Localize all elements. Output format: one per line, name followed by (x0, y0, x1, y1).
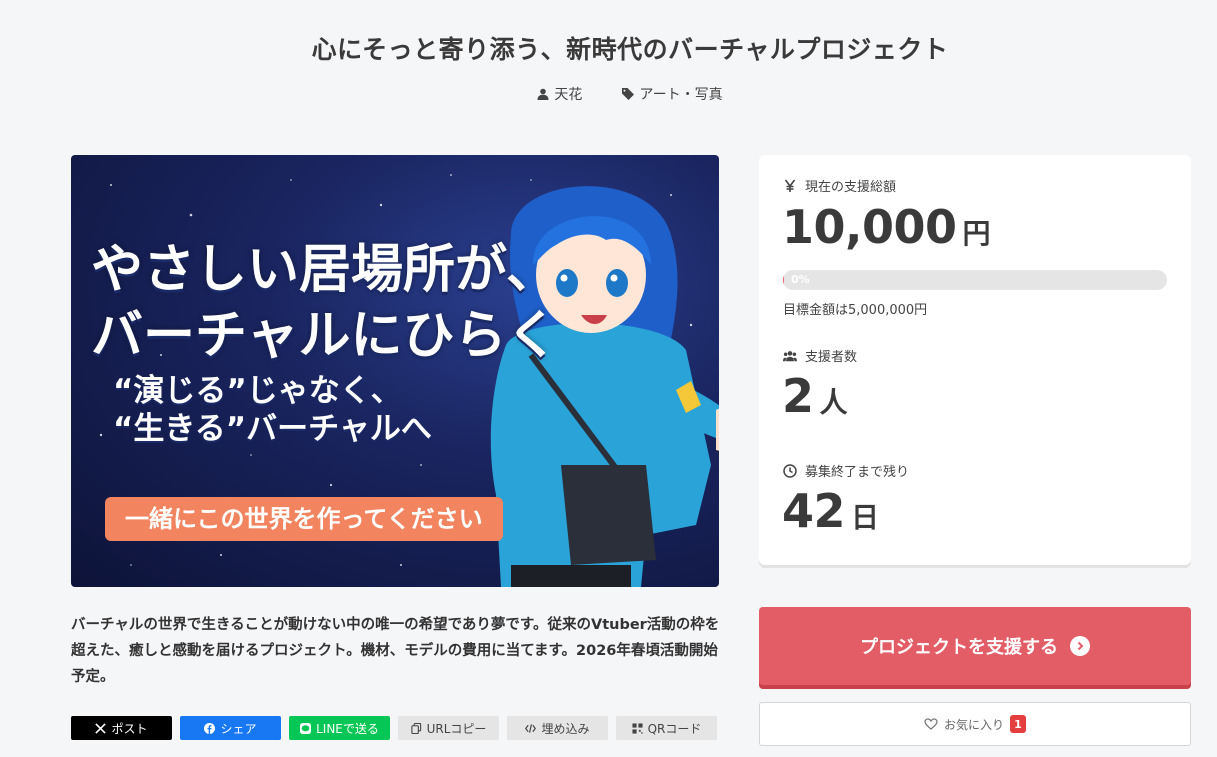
qr-code-icon (632, 722, 643, 734)
support-project-button[interactable]: プロジェクトを支援する (759, 607, 1191, 685)
x-logo-icon (95, 722, 107, 734)
qr-code-button[interactable]: QRコード (616, 716, 717, 740)
category-link[interactable]: アート・写真 (622, 84, 723, 104)
share-line-label: LINEで送る (316, 721, 379, 736)
funding-stats-card: 現在の支援総額 10,000 円 0% 目標金額は5,000,000円 支援者数… (759, 155, 1191, 565)
favorite-count-badge: 1 (1010, 715, 1026, 733)
remaining-value: 42 (782, 484, 846, 538)
hero-image: やさしい居場所が、 バーチャルにひらく “演じる”じゃなく、 “生きる”バーチャ… (71, 155, 719, 587)
total-amount: 10,000 円 (782, 200, 991, 254)
share-facebook-label: シェア (220, 721, 257, 736)
total-amount-unit: 円 (962, 217, 991, 250)
supporters-unit: 人 (819, 386, 848, 419)
project-meta: 天花 アート・写真 (0, 84, 1217, 104)
supporters-count: 2 人 (782, 369, 848, 423)
remaining-unit: 日 (851, 501, 880, 534)
hero-headline-line2: バーチャルにひらく (91, 306, 559, 366)
project-description: バーチャルの世界で生きることが動けない中の唯一の希望であり夢です。従来のVtub… (71, 617, 720, 685)
embed-label: 埋め込み (541, 721, 590, 736)
hero-call-to-action: 一緒にこの世界を作ってください (105, 497, 503, 541)
share-x-label: ポスト (111, 721, 148, 736)
facebook-icon (204, 722, 216, 734)
remaining-label-row: 募集終了まで残り (783, 461, 909, 480)
funding-progress-bar: 0% (783, 270, 1167, 290)
copy-icon (410, 722, 421, 734)
author-name: 天花 (554, 87, 583, 103)
remaining-days: 42 日 (782, 484, 879, 538)
favorite-label: お気に入り (943, 717, 1004, 732)
embed-button[interactable]: 埋め込み (507, 716, 608, 740)
share-x-button[interactable]: ポスト (71, 716, 172, 740)
total-amount-label: 現在の支援総額 (805, 180, 897, 195)
share-buttons: ポスト シェア LINEで送る URLコピー 埋め込み QRコード (71, 716, 717, 740)
remaining-label: 募集終了まで残り (805, 465, 910, 480)
chevron-right-icon (1070, 636, 1090, 656)
author-link[interactable]: 天花 (537, 84, 582, 104)
hero-subline2: “生きる”バーチャルへ (113, 411, 432, 447)
share-line-button[interactable]: LINEで送る (289, 716, 390, 740)
clock-icon (783, 463, 797, 478)
page-title: 心にそっと寄り添う、新時代のバーチャルプロジェクト (311, 35, 949, 64)
supporters-label-row: 支援者数 (783, 346, 857, 365)
progress-percent: 0% (791, 273, 810, 286)
supporters-label: 支援者数 (805, 350, 858, 365)
favorite-button[interactable]: お気に入り 1 (759, 702, 1191, 746)
progress-fill (783, 270, 784, 290)
hero-headline-line1: やさしい居場所が、 (91, 240, 558, 300)
copy-url-label: URLコピー (426, 721, 487, 736)
supporters-value: 2 (782, 369, 814, 423)
tag-icon (622, 88, 635, 100)
users-icon (783, 350, 797, 361)
line-icon (300, 722, 312, 734)
support-button-label: プロジェクトを支援する (860, 637, 1058, 658)
goal-amount: 目標金額は5,000,000円 (783, 303, 928, 318)
total-amount-label-row: 現在の支援総額 (783, 176, 896, 195)
qr-code-label: QRコード (647, 721, 702, 736)
heart-icon (924, 718, 938, 730)
copy-url-button[interactable]: URLコピー (398, 716, 499, 740)
yen-icon (784, 179, 796, 192)
code-icon (525, 723, 537, 733)
user-icon (537, 88, 549, 100)
category-name: アート・写真 (639, 87, 723, 103)
share-facebook-button[interactable]: シェア (180, 716, 281, 740)
total-amount-value: 10,000 (782, 200, 957, 254)
